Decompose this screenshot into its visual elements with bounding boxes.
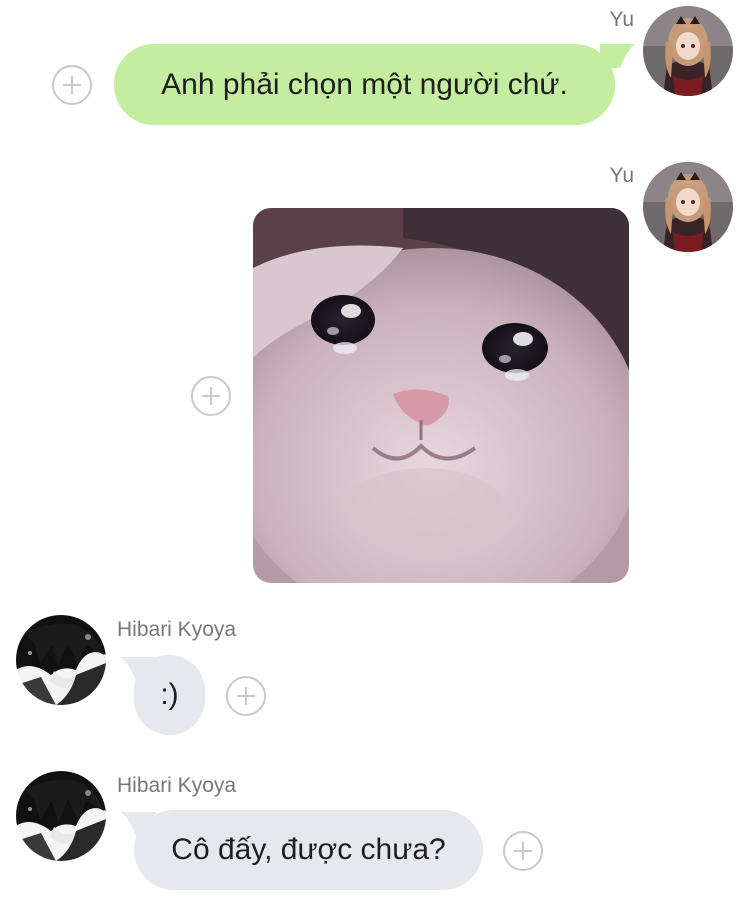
image-message-crying-cat[interactable] xyxy=(253,208,629,583)
bubble-tail xyxy=(600,44,636,68)
anime-boy-avatar-image xyxy=(16,615,106,705)
anime-boy-avatar-image xyxy=(16,771,106,861)
avatar-hibari[interactable] xyxy=(16,771,106,861)
plus-circle-icon xyxy=(202,387,220,405)
plus-circle-icon xyxy=(63,76,81,94)
message-text: :) xyxy=(160,678,179,711)
sender-name-hibari: Hibari Kyoya xyxy=(117,618,237,641)
plus-circle-icon xyxy=(237,687,255,705)
message-bubble-incoming[interactable]: Cô đấy, được chưa? xyxy=(134,810,483,890)
add-reaction-button[interactable] xyxy=(191,376,231,416)
sender-name-yu: Yu xyxy=(609,164,634,187)
message-text: Cô đấy, được chưa? xyxy=(171,833,446,866)
avatar-hibari[interactable] xyxy=(16,615,106,705)
crying-cat-image xyxy=(253,208,629,583)
add-reaction-button[interactable] xyxy=(503,831,543,871)
add-reaction-button[interactable] xyxy=(52,65,92,105)
chat-view: Yu Anh phải chọn một người chứ. Yu Hibar… xyxy=(0,0,750,906)
avatar-yu[interactable] xyxy=(643,162,733,252)
sender-name-hibari: Hibari Kyoya xyxy=(117,774,237,797)
message-text: Anh phải chọn một người chứ. xyxy=(161,67,568,101)
anime-girl-avatar-image xyxy=(643,6,733,96)
anime-girl-avatar-image xyxy=(643,162,733,252)
message-bubble-outgoing[interactable]: Anh phải chọn một người chứ. xyxy=(114,44,615,125)
message-bubble-incoming[interactable]: :) xyxy=(134,655,205,735)
add-reaction-button[interactable] xyxy=(226,676,266,716)
sender-name-yu: Yu xyxy=(609,8,634,31)
avatar-yu[interactable] xyxy=(643,6,733,96)
plus-circle-icon xyxy=(514,842,532,860)
